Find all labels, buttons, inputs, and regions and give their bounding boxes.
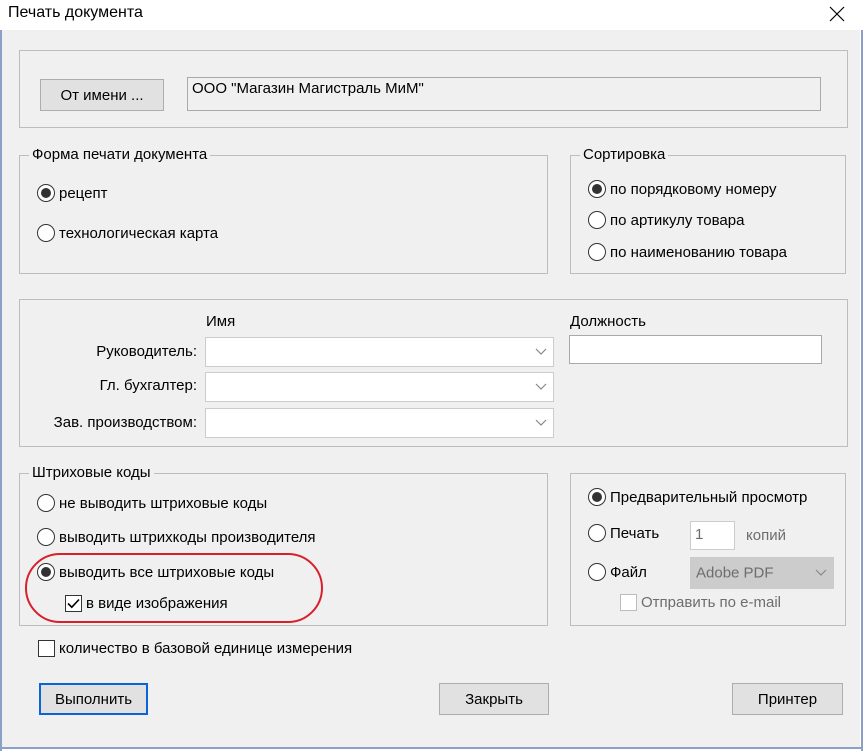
radio-sort-article-label: по артикулу товара bbox=[610, 211, 745, 229]
radio-print-label: Печать bbox=[610, 524, 660, 542]
window-frame-bottom bbox=[0, 747, 863, 749]
checkmark-icon bbox=[67, 598, 80, 609]
window-frame-left bbox=[0, 30, 2, 751]
checkbox-as-image[interactable]: в виде изображения bbox=[65, 595, 228, 612]
printer-button[interactable]: Принтер bbox=[732, 683, 843, 715]
sender-name-field: ООО "Магазин Магистраль МиМ" bbox=[187, 77, 821, 111]
position-column-header: Должность bbox=[570, 313, 646, 330]
radio-file-indicator bbox=[588, 563, 606, 581]
checkbox-base-unit-label: количество в базовой единице измерения bbox=[59, 640, 353, 657]
radio-print[interactable]: Печать bbox=[588, 524, 659, 542]
chevron-down-icon bbox=[535, 419, 547, 426]
name-column-header: Имя bbox=[206, 313, 236, 330]
window-title: Печать документа bbox=[8, 4, 143, 21]
barcodes-legend: Штриховые коды bbox=[29, 465, 154, 481]
print-form-legend: Форма печати документа bbox=[29, 147, 211, 163]
radio-sort-number-indicator bbox=[588, 180, 606, 198]
radio-recipe-label: рецепт bbox=[59, 184, 108, 202]
radio-all-barcodes-label: выводить все штриховые коды bbox=[59, 563, 275, 581]
checkbox-as-image-box bbox=[65, 595, 82, 612]
production-manager-combo[interactable] bbox=[205, 408, 554, 438]
print-form-group bbox=[19, 155, 548, 274]
radio-no-barcodes-label: не выводить штриховые коды bbox=[59, 494, 268, 512]
chevron-down-icon bbox=[815, 569, 827, 576]
radio-sort-article[interactable]: по артикулу товара bbox=[588, 211, 744, 229]
director-combo[interactable] bbox=[205, 337, 554, 367]
copies-label: копий bbox=[746, 527, 786, 544]
on-behalf-button[interactable]: От имени ... bbox=[40, 79, 164, 111]
checkbox-as-image-label: в виде изображения bbox=[86, 595, 228, 612]
radio-all-barcodes[interactable]: выводить все штриховые коды bbox=[37, 563, 274, 581]
close-button[interactable]: Закрыть bbox=[439, 683, 549, 715]
radio-recipe-indicator bbox=[37, 184, 55, 202]
radio-manufacturer-barcodes[interactable]: выводить штрихкоды производителя bbox=[37, 528, 316, 546]
radio-sort-number[interactable]: по порядковому номеру bbox=[588, 180, 776, 198]
radio-file-label: Файл bbox=[610, 563, 647, 581]
radio-preview-label: Предварительный просмотр bbox=[610, 488, 808, 506]
radio-tech-card-label: технологическая карта bbox=[59, 224, 219, 242]
copies-input[interactable]: 1 bbox=[690, 521, 735, 550]
production-manager-label: Зав. производством: bbox=[53, 414, 197, 431]
checkbox-base-unit[interactable]: количество в базовой единице измерения bbox=[38, 640, 352, 657]
radio-sort-name-indicator bbox=[588, 243, 606, 261]
file-format-combo[interactable]: Adobe PDF bbox=[690, 557, 834, 589]
radio-sort-number-label: по порядковому номеру bbox=[610, 180, 777, 198]
checkbox-send-email-box bbox=[620, 594, 637, 611]
close-icon bbox=[829, 6, 845, 22]
radio-tech-card[interactable]: технологическая карта bbox=[37, 224, 218, 242]
radio-sort-name-label: по наименованию товара bbox=[610, 243, 788, 261]
radio-no-barcodes-indicator bbox=[37, 494, 55, 512]
radio-recipe[interactable]: рецепт bbox=[37, 184, 107, 202]
radio-preview[interactable]: Предварительный просмотр bbox=[588, 488, 807, 506]
radio-manufacturer-barcodes-label: выводить штрихкоды производителя bbox=[59, 528, 316, 546]
radio-file[interactable]: Файл bbox=[588, 563, 647, 581]
radio-sort-name[interactable]: по наименованию товара bbox=[588, 243, 787, 261]
radio-manufacturer-barcodes-indicator bbox=[37, 528, 55, 546]
radio-preview-indicator bbox=[588, 488, 606, 506]
checkbox-base-unit-box bbox=[38, 640, 55, 657]
sorting-legend: Сортировка bbox=[580, 147, 669, 163]
director-position-field[interactable] bbox=[569, 335, 822, 364]
close-window-button[interactable] bbox=[820, 0, 854, 28]
file-format-value: Adobe PDF bbox=[696, 564, 774, 582]
checkbox-send-email-label: Отправить по e-mail bbox=[641, 594, 782, 611]
director-label: Руководитель: bbox=[96, 343, 197, 360]
chevron-down-icon bbox=[535, 348, 547, 355]
chevron-down-icon bbox=[535, 383, 547, 390]
chief-accountant-label: Гл. бухгалтер: bbox=[99, 377, 197, 394]
radio-all-barcodes-indicator bbox=[37, 563, 55, 581]
radio-print-indicator bbox=[588, 524, 606, 542]
radio-tech-card-indicator bbox=[37, 224, 55, 242]
execute-button[interactable]: Выполнить bbox=[39, 683, 148, 715]
chief-accountant-combo[interactable] bbox=[205, 372, 554, 402]
radio-no-barcodes[interactable]: не выводить штриховые коды bbox=[37, 494, 267, 512]
radio-sort-article-indicator bbox=[588, 211, 606, 229]
checkbox-send-email[interactable]: Отправить по e-mail bbox=[620, 594, 781, 611]
